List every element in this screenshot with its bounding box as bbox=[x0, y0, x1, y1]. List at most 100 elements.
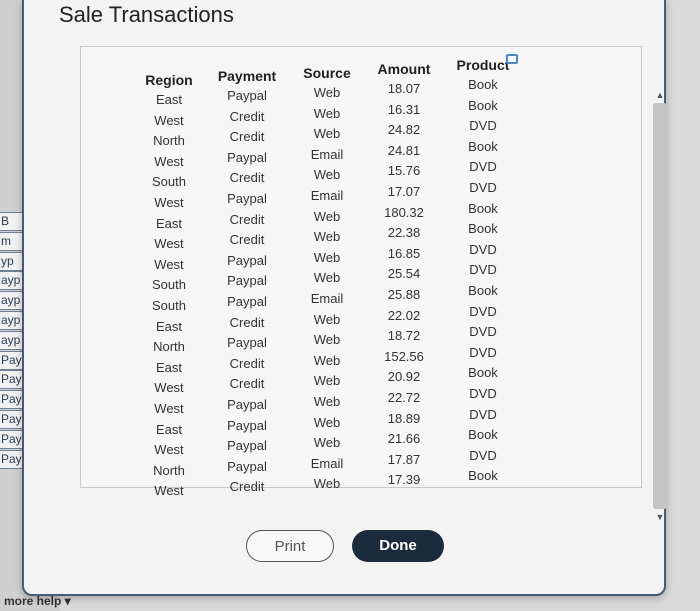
table-cell-product: Book bbox=[468, 365, 498, 381]
table-cell-payment: Credit bbox=[229, 170, 265, 186]
table-cell-product: Book bbox=[468, 427, 498, 443]
triangle-up-icon[interactable]: ▲ bbox=[653, 89, 667, 101]
table-cell-amount: 24.81 bbox=[387, 142, 421, 158]
table-cell-amount: 18.72 bbox=[387, 328, 421, 344]
table-cell-payment: Credit bbox=[229, 108, 265, 124]
scrollbar-thumb[interactable] bbox=[653, 103, 667, 509]
column-header-source: Source bbox=[303, 65, 351, 81]
table-cell-region: West bbox=[154, 380, 184, 396]
table-cell-product: DVD bbox=[469, 159, 497, 175]
table-cell-source: Web bbox=[313, 126, 341, 142]
table-cell-region: East bbox=[155, 215, 182, 231]
table-cell-payment: Credit bbox=[229, 376, 265, 392]
table-cell-amount: 18.07 bbox=[387, 81, 421, 96]
table-cell-amount: 17.07 bbox=[387, 184, 421, 199]
triangle-down-icon[interactable]: ▼ bbox=[653, 511, 667, 523]
table-cell-payment: Paypal bbox=[227, 438, 267, 454]
table-cell-amount: 22.38 bbox=[387, 225, 421, 241]
table-cell-source: Web bbox=[313, 373, 341, 389]
table-cell-region: East bbox=[155, 92, 182, 107]
table-cell-payment: Paypal bbox=[227, 335, 267, 351]
table-cell-amount: 16.85 bbox=[387, 245, 421, 261]
table-cell-payment: Credit bbox=[229, 314, 265, 330]
more-help-link[interactable]: more help ▾ bbox=[4, 594, 71, 608]
table-cell-payment: Paypal bbox=[227, 149, 267, 165]
table-cell-region: South bbox=[152, 298, 186, 313]
table-cell-amount: 152.56 bbox=[384, 348, 424, 364]
table-cell-amount: 24.82 bbox=[387, 122, 421, 138]
table-cell-amount: 25.54 bbox=[387, 266, 421, 282]
column-header-payment: Payment bbox=[217, 68, 277, 84]
table-cell-region: North bbox=[153, 133, 185, 149]
table-cell-region: South bbox=[152, 277, 186, 293]
table-cell-region: West bbox=[154, 442, 184, 458]
table-cell-amount: 25.88 bbox=[387, 287, 421, 302]
table-cell-amount: 21.66 bbox=[387, 431, 421, 447]
table-cell-source: Web bbox=[313, 476, 341, 492]
table-cell-source: Web bbox=[313, 332, 341, 348]
table-cell-region: West bbox=[154, 153, 184, 169]
table-cell-source: Web bbox=[313, 435, 341, 451]
table-cell-region: North bbox=[153, 339, 185, 355]
table-cell-amount: 15.76 bbox=[387, 163, 421, 179]
table-cell-product: DVD bbox=[469, 118, 497, 134]
table-cell-product: Book bbox=[468, 200, 498, 216]
table-cell-payment: Credit bbox=[229, 211, 265, 227]
table-cell-amount: 20.92 bbox=[387, 369, 421, 385]
table-cell-source: Email bbox=[310, 188, 344, 203]
table-cell-source: Web bbox=[313, 167, 341, 183]
table-cell-source: Web bbox=[313, 85, 341, 100]
table-cell-source: Web bbox=[313, 229, 341, 245]
table-cell-payment: Credit bbox=[229, 355, 265, 371]
table-cell-product: DVD bbox=[469, 180, 497, 195]
done-button[interactable]: Done bbox=[352, 530, 444, 562]
table-cell-product: DVD bbox=[469, 241, 497, 257]
table-cell-source: Web bbox=[313, 352, 341, 368]
table-cell-region: East bbox=[155, 421, 182, 437]
table-cell-source: Web bbox=[313, 208, 341, 224]
table-cell-source: Web bbox=[313, 270, 341, 286]
table-cell-product: Book bbox=[468, 221, 498, 237]
table-cell-region: North bbox=[153, 462, 185, 478]
table-cell-payment: Credit bbox=[229, 232, 265, 248]
table-cell-region: West bbox=[154, 256, 184, 272]
table-cell-payment: Paypal bbox=[227, 191, 267, 206]
table-cell-payment: Paypal bbox=[227, 458, 267, 474]
table-cell-payment: Paypal bbox=[227, 88, 267, 103]
table-cell-amount: 16.31 bbox=[387, 101, 421, 117]
table-cell-source: Email bbox=[310, 146, 344, 162]
print-button[interactable]: Print bbox=[246, 530, 334, 562]
table-cell-product: Book bbox=[468, 138, 498, 154]
table-cell-product: Book bbox=[468, 468, 498, 484]
table-cell-product: DVD bbox=[469, 447, 497, 463]
table-cell-payment: Paypal bbox=[227, 417, 267, 433]
column-header-region: Region bbox=[145, 72, 193, 88]
table-cell-region: East bbox=[155, 359, 182, 375]
vertical-scrollbar[interactable]: ▲ ▼ bbox=[653, 89, 667, 523]
copy-icon[interactable] bbox=[506, 54, 518, 64]
table-cell-payment: Credit bbox=[229, 479, 265, 495]
dialog-title: Sale Transactions bbox=[59, 2, 234, 27]
table-cell-source: Email bbox=[310, 291, 344, 306]
table-cell-payment: Paypal bbox=[227, 273, 267, 289]
table-cell-source: Web bbox=[313, 414, 341, 430]
table-cell-region: West bbox=[154, 195, 184, 210]
transactions-table-panel: Region Payment Source Amount Product East Payp… bbox=[80, 46, 667, 522]
table-cell-amount: 22.02 bbox=[387, 307, 421, 323]
table-cell-product: Book bbox=[468, 77, 498, 92]
table-cell-source: Web bbox=[313, 249, 341, 265]
table-cell-source: Web bbox=[313, 105, 341, 121]
table-cell-product: Book bbox=[468, 97, 498, 113]
table-cell-payment: Credit bbox=[229, 129, 265, 145]
table-cell-product: DVD bbox=[469, 344, 497, 360]
table-cell-product: DVD bbox=[469, 324, 497, 340]
sale-transactions-dialog: Sale Transactions Region Payment Source Amo… bbox=[22, 0, 667, 596]
table-cell-region: West bbox=[154, 483, 184, 499]
table-cell-amount: 17.39 bbox=[387, 472, 421, 488]
table-cell-region: West bbox=[154, 236, 184, 252]
table-cell-product: DVD bbox=[469, 262, 497, 278]
table-cell-payment: Paypal bbox=[227, 294, 267, 309]
table-cell-amount: 180.32 bbox=[384, 204, 424, 220]
table-cell-amount: 22.72 bbox=[387, 390, 421, 405]
table-cell-source: Web bbox=[313, 394, 341, 409]
